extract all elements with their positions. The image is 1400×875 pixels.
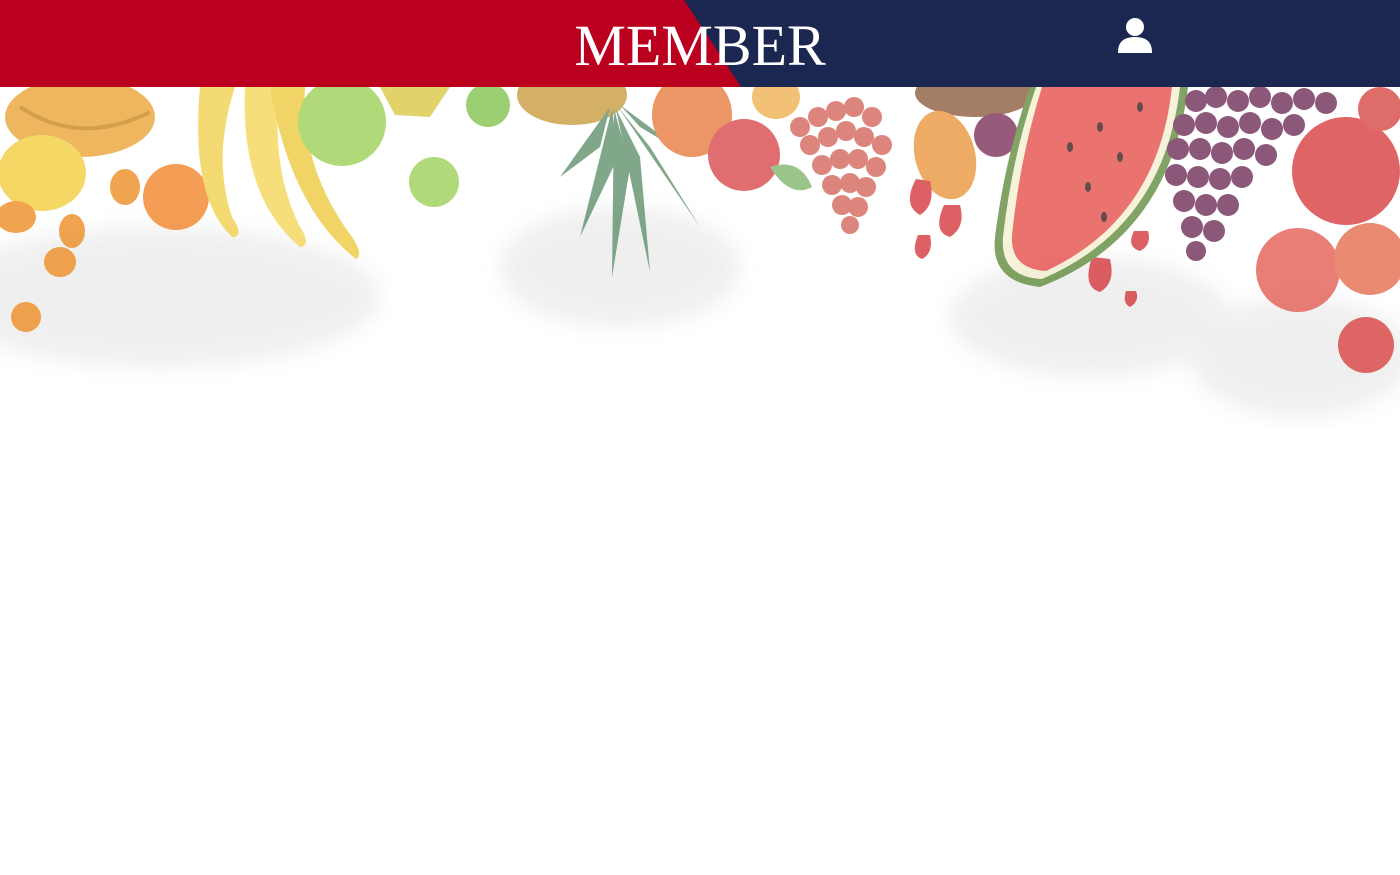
user-icon bbox=[1118, 18, 1152, 53]
fruit-banner-image bbox=[0, 65, 1400, 427]
member-page: MEMBER bbox=[0, 0, 1400, 875]
fruit-illustration bbox=[0, 65, 1400, 417]
user-account-button[interactable] bbox=[1114, 14, 1156, 58]
header-bar: MEMBER bbox=[0, 0, 1400, 87]
page-title: MEMBER bbox=[574, 13, 826, 78]
